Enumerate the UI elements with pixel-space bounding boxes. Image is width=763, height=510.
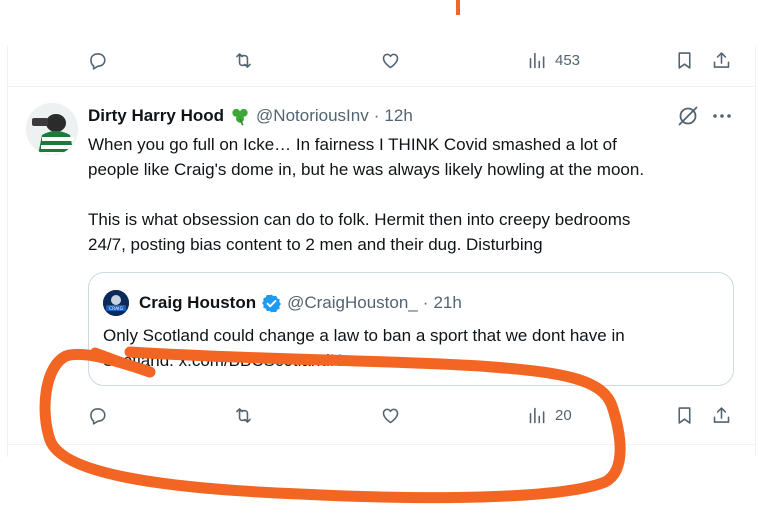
quoted-author-name: Craig Houston — [139, 293, 257, 312]
verified-badge-icon — [262, 294, 282, 312]
quoted-tweet[interactable]: CRAIG Craig Houston @CraigHouston_ · 21h… — [88, 272, 734, 386]
tweet-text-line: people like Craig's dome in, but he was … — [88, 160, 645, 179]
like-button[interactable] — [380, 43, 401, 77]
tweet-divider — [7, 444, 756, 445]
views-button[interactable]: 453 — [527, 43, 580, 77]
tweet-divider — [7, 86, 756, 87]
tweet-time[interactable]: 12h — [384, 106, 412, 126]
tweet-text: When you go full on Icke… In fairness I … — [88, 132, 738, 257]
grok-icon[interactable] — [676, 104, 700, 128]
like-button[interactable] — [380, 398, 401, 432]
separator-dot: · — [373, 106, 380, 125]
views-count: 453 — [555, 51, 581, 69]
reply-button[interactable] — [87, 398, 108, 432]
previous-tweet-actions: 453 — [0, 43, 763, 77]
author-name[interactable]: Dirty Harry Hood — [88, 106, 224, 126]
share-icon — [713, 51, 730, 68]
quoted-header: Craig Houston @CraigHouston_ · 21h — [139, 290, 462, 316]
quoted-avatar-text: CRAIG — [109, 306, 123, 312]
like-icon — [382, 408, 399, 423]
quoted-text-line: Only Scotland could change a law to ban … — [103, 326, 625, 345]
shamrock-icon — [232, 108, 248, 126]
share-button[interactable] — [711, 43, 732, 77]
tweet-header: Dirty Harry Hood @NotoriousInv · 12h — [88, 104, 413, 128]
share-button[interactable] — [711, 398, 732, 432]
views-button[interactable]: 20 — [527, 398, 572, 432]
timeline-border-left — [7, 45, 8, 457]
avatar-image — [26, 103, 78, 155]
more-icon[interactable] — [710, 104, 734, 128]
bookmark-button[interactable] — [674, 43, 695, 77]
bookmark-icon — [678, 51, 691, 69]
tweet-actions: 20 — [0, 398, 763, 432]
quoted-avatar: CRAIG — [103, 290, 129, 316]
avatar[interactable] — [26, 103, 78, 155]
bookmark-button[interactable] — [674, 398, 695, 432]
tweet-text-line: When you go full on Icke… In fairness I … — [88, 135, 617, 154]
author-handle[interactable]: @NotoriousInv — [256, 106, 369, 126]
quoted-author-handle: @CraigHouston_ — [287, 293, 418, 312]
reply-icon — [90, 52, 106, 70]
bookmark-icon — [678, 406, 691, 424]
retweet-icon — [236, 407, 251, 423]
like-icon — [382, 53, 399, 68]
reply-button[interactable] — [87, 43, 108, 77]
views-count: 20 — [555, 406, 572, 424]
retweet-button[interactable] — [233, 43, 254, 77]
tweet-text-line: 24/7, posting bias content to 2 men and … — [88, 235, 543, 254]
tweet-text-line: This is what obsession can do to folk. H… — [88, 210, 631, 229]
retweet-icon — [236, 52, 251, 68]
timeline-border-right — [755, 45, 756, 457]
quoted-text-line[interactable]: Scotland. x.com/BBCScotlandNew… — [103, 348, 723, 373]
views-icon — [529, 52, 545, 68]
reply-icon — [90, 407, 106, 425]
quoted-time: 21h — [433, 293, 462, 312]
separator-dot: · — [422, 293, 429, 312]
retweet-button[interactable] — [233, 398, 254, 432]
quoted-text: Only Scotland could change a law to ban … — [103, 323, 723, 373]
annotation-mark-top — [456, 0, 460, 15]
views-icon — [529, 407, 545, 423]
share-icon — [713, 406, 730, 423]
